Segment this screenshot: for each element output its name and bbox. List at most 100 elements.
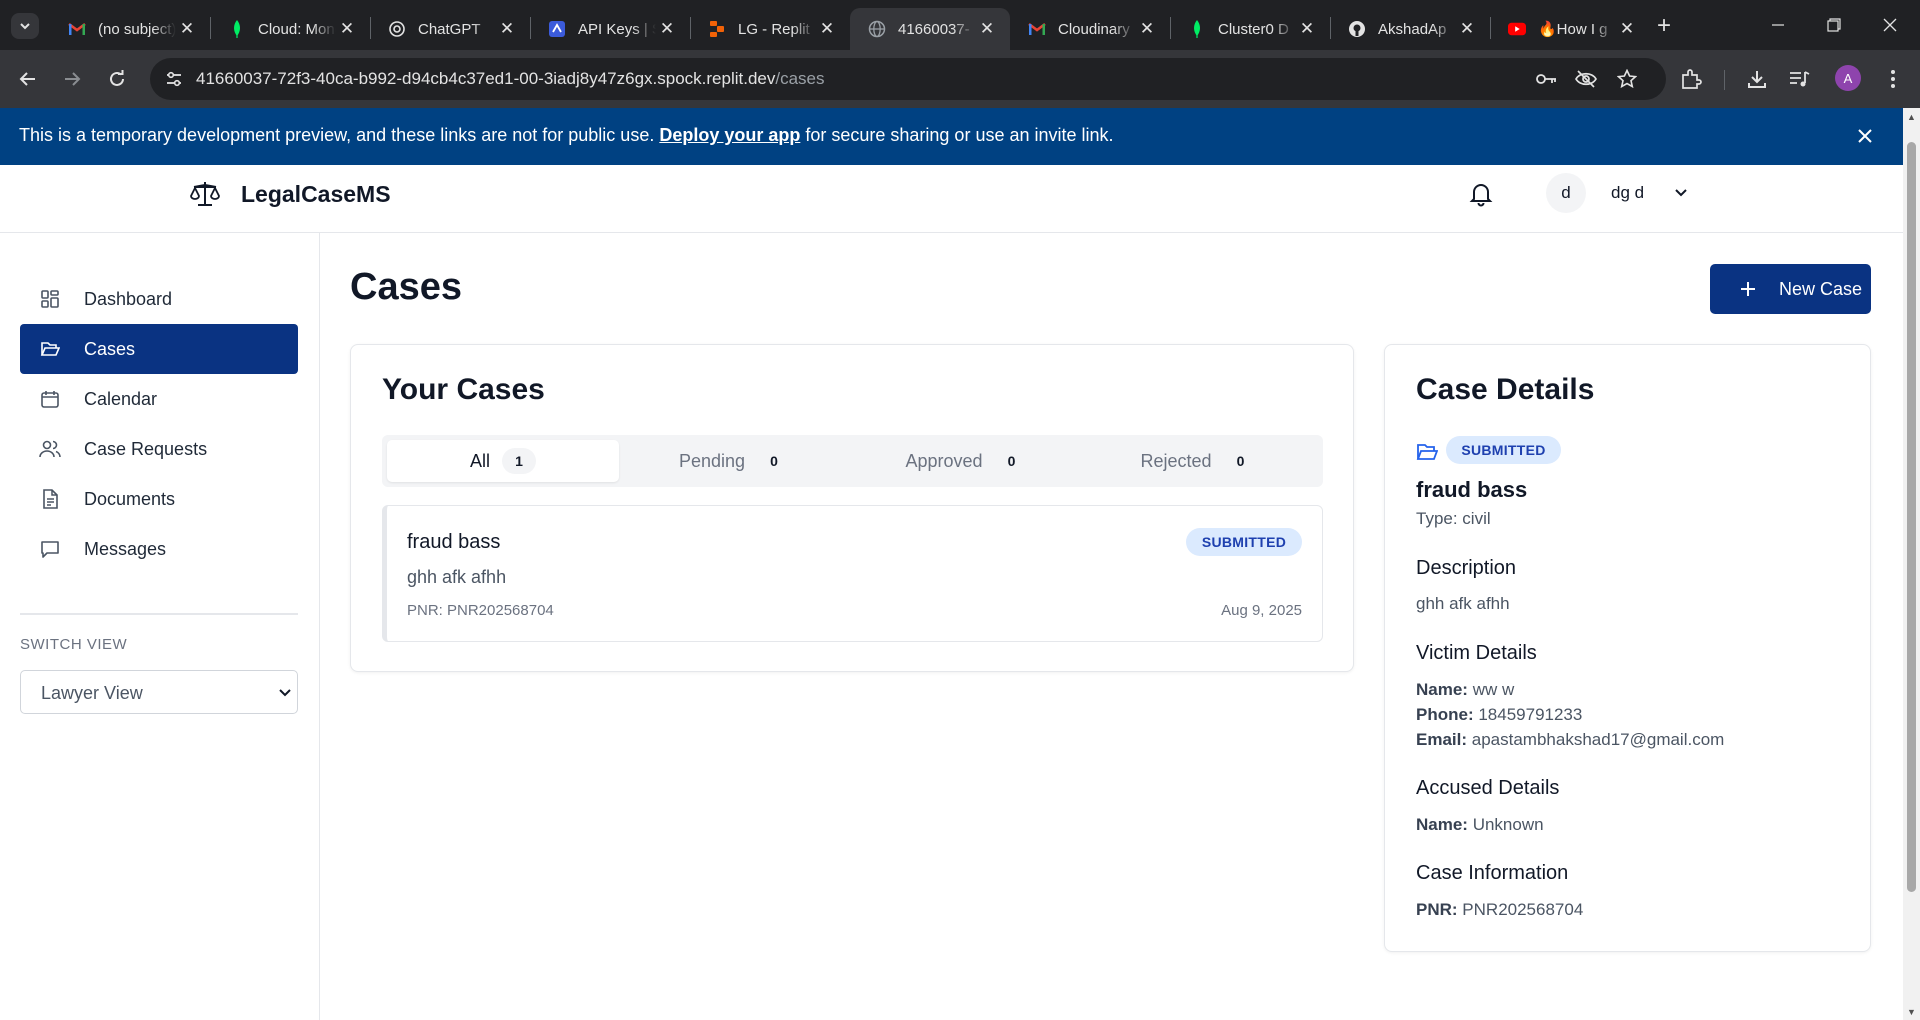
case-date: Aug 9, 2025 bbox=[1221, 602, 1302, 619]
app-header: LegalCaseMS d dg d bbox=[0, 165, 1903, 233]
close-tab-icon[interactable]: ✕ bbox=[336, 18, 358, 40]
scroll-up-arrow[interactable]: ▲ bbox=[1903, 108, 1920, 125]
case-details-card: Case Details SUBMITTED fraud bass Type: … bbox=[1384, 344, 1871, 952]
view-select-value: Lawyer View bbox=[41, 683, 143, 703]
scale-icon bbox=[190, 182, 220, 206]
forward-button[interactable] bbox=[56, 63, 88, 95]
case-info-heading: Case Information bbox=[1416, 862, 1569, 884]
detail-case-title: fraud bass bbox=[1416, 477, 1528, 502]
eye-off-icon[interactable] bbox=[1574, 67, 1598, 91]
extensions-icon[interactable] bbox=[1678, 66, 1704, 92]
description-heading: Description bbox=[1416, 557, 1517, 579]
new-case-button[interactable]: New Case bbox=[1710, 264, 1871, 314]
sidebar-item-label: Case Requests bbox=[84, 438, 208, 459]
bell-icon[interactable] bbox=[1468, 181, 1494, 207]
sidebar-item-cases[interactable]: Cases bbox=[20, 324, 298, 374]
browser-tab[interactable]: 🔥How I g ✕ bbox=[1490, 8, 1650, 50]
folder-icon bbox=[1416, 444, 1438, 460]
sidebar-item-calendar[interactable]: Calendar bbox=[20, 374, 298, 424]
close-tab-icon[interactable]: ✕ bbox=[816, 18, 838, 40]
star-icon[interactable] bbox=[1615, 67, 1639, 91]
new-tab-button[interactable]: + bbox=[1650, 12, 1678, 40]
scroll-down-arrow[interactable]: ▼ bbox=[1903, 1003, 1920, 1020]
browser-tab[interactable]: Cluster0 D ✕ bbox=[1170, 8, 1330, 50]
document-icon bbox=[39, 488, 61, 510]
restore-button[interactable] bbox=[1806, 0, 1862, 50]
download-icon[interactable] bbox=[1744, 66, 1770, 92]
tab-count: 0 bbox=[1236, 453, 1245, 469]
browser-tab-active[interactable]: 41660037- ✕ bbox=[850, 8, 1010, 50]
youtube-icon bbox=[1508, 20, 1526, 38]
view-select[interactable]: Lawyer View bbox=[20, 670, 298, 714]
page-scrollbar[interactable]: ▲ ▼ bbox=[1903, 108, 1920, 1020]
reload-button[interactable] bbox=[101, 63, 133, 95]
accused-heading: Accused Details bbox=[1416, 777, 1560, 799]
message-icon bbox=[39, 538, 61, 560]
profile-avatar[interactable]: A bbox=[1835, 65, 1861, 91]
user-name[interactable]: dg d bbox=[1611, 183, 1644, 203]
sidebar-item-case-requests[interactable]: Case Requests bbox=[20, 424, 298, 474]
close-tab-icon[interactable]: ✕ bbox=[496, 18, 518, 40]
close-window-button[interactable] bbox=[1862, 0, 1918, 50]
close-tab-icon[interactable]: ✕ bbox=[1296, 18, 1318, 40]
tab-search-button[interactable] bbox=[11, 13, 39, 39]
banner-close-button[interactable] bbox=[1853, 124, 1877, 148]
sidebar-item-label: Cases bbox=[84, 338, 136, 359]
close-tab-icon[interactable]: ✕ bbox=[1456, 18, 1478, 40]
mongodb-icon bbox=[1188, 20, 1206, 38]
sidebar-item-dashboard[interactable]: Dashboard bbox=[20, 274, 298, 324]
browser-tab[interactable]: Cloud: MongoDB ✕ bbox=[210, 8, 370, 50]
chevron-down-icon[interactable] bbox=[1670, 182, 1692, 204]
restore-icon bbox=[1827, 18, 1841, 32]
browser-tab-strip: (no subject) ✕ Cloud: MongoDB ✕ ChatGPT … bbox=[0, 0, 1920, 50]
sidebar-item-documents[interactable]: Documents bbox=[20, 474, 298, 524]
close-tab-icon[interactable]: ✕ bbox=[656, 18, 678, 40]
tab-rejected[interactable]: Rejected 0 bbox=[1083, 440, 1315, 482]
calendar-icon bbox=[39, 388, 61, 410]
tab-count: 0 bbox=[770, 453, 778, 469]
scrollbar-thumb[interactable] bbox=[1907, 142, 1916, 892]
browser-tab[interactable]: API Keys | S ✕ bbox=[530, 8, 690, 50]
media-controls-icon[interactable] bbox=[1787, 66, 1813, 92]
gmail-icon bbox=[1028, 20, 1046, 38]
close-tab-icon[interactable]: ✕ bbox=[1136, 18, 1158, 40]
close-tab-icon[interactable]: ✕ bbox=[976, 18, 998, 40]
site-info-icon[interactable] bbox=[160, 65, 188, 93]
user-avatar[interactable]: d bbox=[1546, 173, 1586, 213]
deploy-app-link[interactable]: Deploy your app bbox=[659, 125, 800, 145]
sidebar-divider bbox=[20, 613, 298, 615]
browser-tab[interactable]: ChatGPT ✕ bbox=[370, 8, 530, 50]
app-logo-text[interactable]: LegalCaseMS bbox=[241, 181, 391, 208]
reload-icon bbox=[110, 70, 124, 86]
case-list-item[interactable]: fraud bass SUBMITTED ghh afk afhh PNR: P… bbox=[382, 505, 1323, 642]
close-tab-icon[interactable]: ✕ bbox=[176, 18, 198, 40]
tab-count: 0 bbox=[1007, 453, 1016, 469]
folder-icon bbox=[39, 338, 61, 360]
status-badge: SUBMITTED bbox=[1446, 436, 1561, 464]
close-tab-icon[interactable]: ✕ bbox=[1616, 18, 1638, 40]
browser-tab[interactable]: AkshadAp ✕ bbox=[1330, 8, 1490, 50]
back-button[interactable] bbox=[12, 63, 44, 95]
tab-all[interactable]: All 1 bbox=[387, 440, 619, 482]
tab-approved[interactable]: Approved 0 bbox=[851, 440, 1083, 482]
status-badge: SUBMITTED bbox=[1186, 528, 1302, 556]
browser-tab[interactable]: (no subject) ✕ bbox=[50, 8, 210, 50]
close-icon bbox=[1858, 129, 1872, 143]
chevron-down-icon bbox=[20, 23, 30, 30]
minimize-button[interactable] bbox=[1750, 0, 1806, 50]
case-pnr-detail: PNR: PNR202568704 bbox=[1416, 900, 1584, 919]
browser-tab[interactable]: LG - Replit ✕ bbox=[690, 8, 850, 50]
detail-case-type: Type: civil bbox=[1416, 509, 1491, 528]
dev-preview-banner: This is a temporary development preview,… bbox=[0, 108, 1903, 165]
url-text: 41660037-72f3-40ca-b992-d94cb4c37ed1-00-… bbox=[196, 69, 825, 88]
address-bar[interactable]: 41660037-72f3-40ca-b992-d94cb4c37ed1-00-… bbox=[150, 58, 1666, 100]
case-title: fraud bass bbox=[407, 531, 501, 553]
browser-tab[interactable]: Cloudinary ✕ bbox=[1010, 8, 1170, 50]
menu-kebab-icon[interactable] bbox=[1880, 66, 1906, 92]
sidebar-item-messages[interactable]: Messages bbox=[20, 524, 298, 574]
sidebar-item-label: Messages bbox=[84, 538, 167, 559]
arrow-left-icon bbox=[19, 72, 35, 86]
key-icon[interactable] bbox=[1535, 67, 1559, 91]
tab-pending[interactable]: Pending 0 bbox=[619, 440, 851, 482]
case-description: ghh afk afhh bbox=[407, 567, 507, 587]
